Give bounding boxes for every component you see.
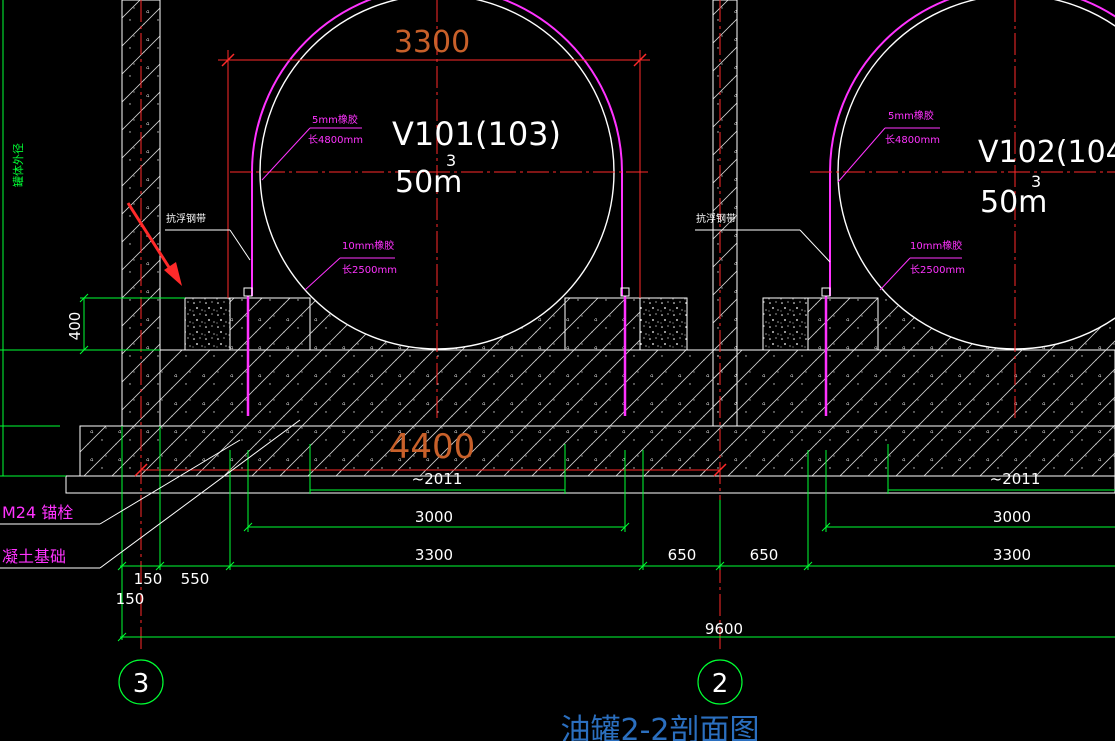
label-vertical: 罐体外径 [11,143,25,187]
tank1-volume: 50m [395,165,462,200]
tank1-strap-label: 抗浮钢带 [166,212,206,225]
tank2-band5: 5mm橡胶 [888,109,934,122]
label-foundation: 凝土基础 [2,547,66,566]
dim-tank2-outer: 3300 [993,546,1031,564]
tank1-saddle-right [564,297,641,351]
dim-tank2-inner: 3000 [993,508,1031,526]
dim-gap-right: 650 [750,546,779,564]
tank2-volume-sup: 3 [1031,172,1041,191]
tank2-shell [837,0,1115,350]
dim-height-400: 400 [66,312,84,341]
tank2-band5-len: 长4800mm [885,134,940,146]
tank1-band5-len: 长4800mm [308,134,363,146]
tank1-volume-sup: 3 [446,151,456,170]
upper-slab [159,349,1115,427]
dim-left-550: 550 [181,570,210,588]
tank1-saddle-block-left [184,297,231,351]
tank1-saddle-left [229,297,311,351]
dim-tank2-arc: ~2011 [990,470,1041,488]
dim-tank1-inner: 3000 [415,508,453,526]
tank1-saddle-block-right [639,297,688,351]
dim-left-150b: 150 [116,590,145,608]
axis-label-2: 2 [712,669,729,699]
tank2-band10: 10mm橡胶 [910,239,962,252]
dim-tank1-arc: ~2011 [412,470,463,488]
axis-label-3: 3 [133,669,150,699]
section-title: 油罐2-2剖面图 [561,713,760,741]
tank1-band10-len: 长2500mm [342,264,397,276]
tank2-saddle-left [807,297,879,351]
tank2-name: V102(104) [978,135,1115,170]
dim-bottom-span: 4400 [389,427,476,467]
tank2-saddle-block-left [762,297,809,351]
tank2-strap-label: 抗浮钢带 [696,212,736,225]
dim-top-span: 3300 [394,25,470,60]
tank1-band5: 5mm橡胶 [312,113,358,126]
tank1-name: V101(103) [392,115,561,153]
tank2-band10-len: 长2500mm [910,264,965,276]
dim-tank1-outer: 3300 [415,546,453,564]
dim-gap-left: 650 [668,546,697,564]
dim-left-150: 150 [134,570,163,588]
cad-drawing-canvas[interactable]: 3300 4400 V101(103) 50m 3 V102(104) 50m … [0,0,1115,741]
dim-total: 9600 [705,620,743,638]
tank1-band10: 10mm橡胶 [342,239,394,252]
label-anchor-bolt: M24 锚栓 [2,503,73,522]
